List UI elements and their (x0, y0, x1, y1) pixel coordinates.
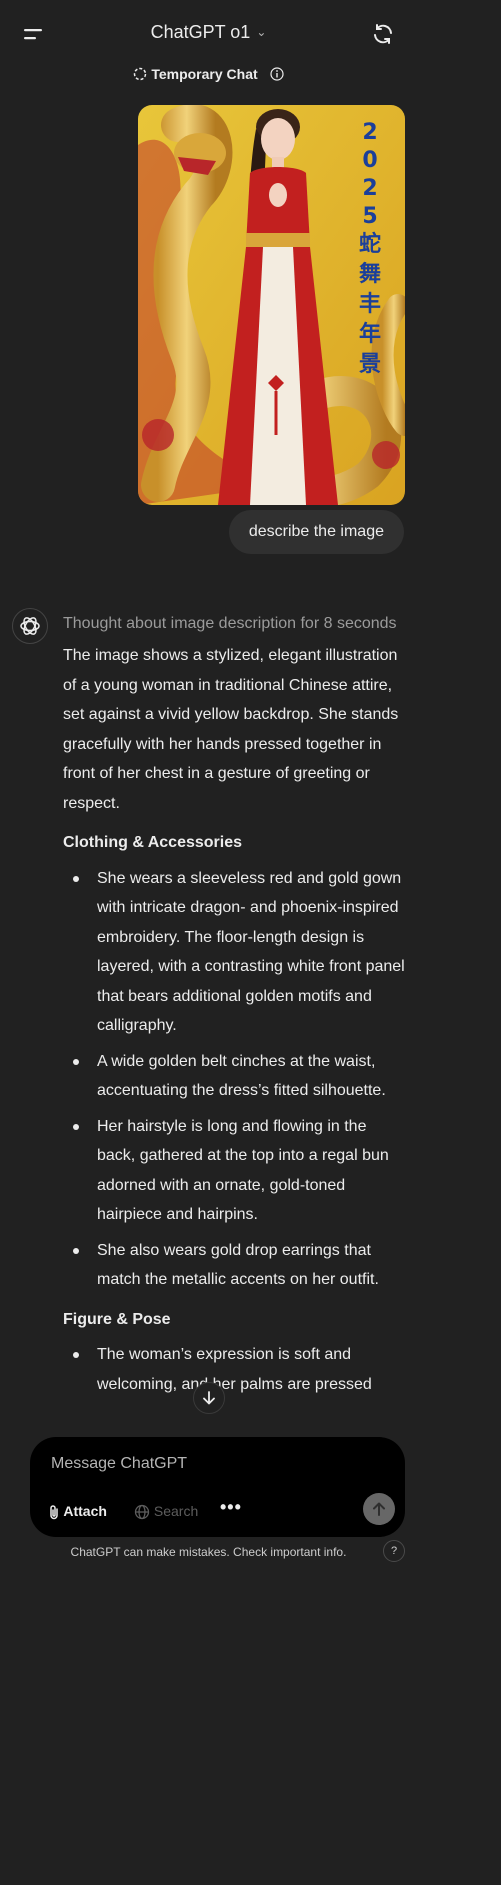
message-composer: Attach Search ••• (30, 1437, 405, 1537)
user-message-bubble: describe the image (228, 510, 404, 554)
list-item: The woman’s expression is soft and welco… (63, 1340, 408, 1399)
user-message-text: describe the image (248, 523, 384, 540)
dashed-circle-icon (133, 67, 147, 84)
thought-summary[interactable]: Thought about image description for 8 se… (63, 612, 408, 636)
intro-paragraph: The image shows a stylized, elegant illu… (63, 647, 399, 812)
svg-text:2: 2 (362, 120, 377, 145)
temporary-chat-label: Temporary Chat (151, 66, 258, 82)
list-item: She wears a sleeveless red and gold gown… (63, 864, 408, 1041)
section-heading-clothing: Clothing & Accessories (63, 834, 243, 851)
arrow-up-icon (373, 1502, 385, 1516)
message-input[interactable] (49, 1452, 373, 1476)
search-label: Search (153, 1503, 199, 1519)
list-item: Her hairstyle is long and flowing in the… (63, 1112, 408, 1230)
scroll-to-bottom-button[interactable] (193, 1382, 225, 1414)
paperclip-icon (50, 1505, 58, 1520)
chevron-down-icon: ⌄ (256, 25, 267, 39)
user-uploaded-image[interactable]: 2 0 2 5 蛇 舞 丰 年 景 (138, 105, 405, 505)
list-item: A wide golden belt cinches at the waist,… (63, 1047, 408, 1106)
section-heading-pose: Figure & Pose (63, 1310, 171, 1328)
svg-text:舞: 舞 (359, 261, 381, 287)
temporary-chat-indicator: Temporary Chat (0, 66, 417, 84)
arrow-down-icon (203, 1390, 215, 1405)
more-options-button[interactable]: ••• (220, 1497, 242, 1521)
model-name: ChatGPT o1 (150, 22, 251, 42)
search-button[interactable]: Search (134, 1499, 198, 1523)
attach-button[interactable]: Attach (48, 1499, 107, 1523)
svg-text:丰: 丰 (359, 292, 381, 317)
clothing-list: She wears a sleeveless red and gold gown… (63, 864, 408, 1295)
list-item: She also wears gold drop earrings that m… (63, 1236, 408, 1295)
globe-icon (134, 1505, 150, 1520)
svg-text:5: 5 (362, 204, 377, 229)
openai-logo-icon (12, 608, 48, 644)
refresh-icon[interactable] (371, 22, 395, 46)
model-selector[interactable]: ChatGPT o1 ⌄ (0, 22, 417, 43)
assistant-message: Thought about image description for 8 se… (63, 612, 408, 1409)
svg-text:年: 年 (359, 321, 381, 347)
info-icon[interactable] (269, 67, 284, 84)
send-button[interactable] (363, 1493, 395, 1525)
svg-text:0: 0 (362, 148, 377, 173)
top-bar: ChatGPT o1 ⌄ (0, 0, 417, 70)
pose-list: The woman’s expression is soft and welco… (63, 1340, 408, 1399)
help-button[interactable]: ? (383, 1540, 405, 1562)
attach-label: Attach (63, 1503, 107, 1519)
svg-text:2: 2 (362, 176, 377, 201)
svg-text:景: 景 (359, 352, 381, 377)
disclaimer-text: ChatGPT can make mistakes. Check importa… (70, 1545, 347, 1559)
svg-text:蛇: 蛇 (359, 231, 381, 257)
